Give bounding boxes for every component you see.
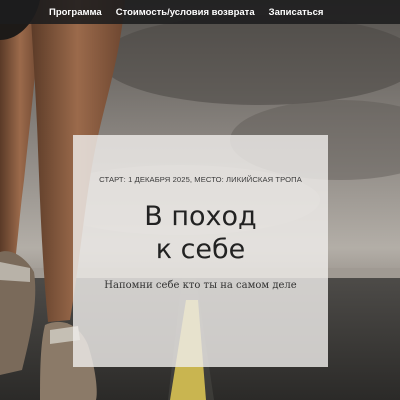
top-navigation: Программа Стоимость/условия возврата Зап… [0, 0, 400, 24]
hero-subtitle: Напомни себе кто ты на самом деле [104, 280, 297, 291]
hero-title-line-2: к себе [155, 234, 246, 265]
nav-link-pricing-refund[interactable]: Стоимость/условия возврата [116, 7, 255, 18]
nav-link-program[interactable]: Программа [49, 7, 102, 18]
nav-link-signup[interactable]: Записаться [269, 7, 324, 18]
hero-title-line-1: В поход [144, 201, 257, 232]
hero-card: СТАРТ: 1 ДЕКАБРЯ 2025, МЕСТО: ЛИКИЙСКАЯ … [73, 135, 328, 367]
event-start-info: СТАРТ: 1 ДЕКАБРЯ 2025, МЕСТО: ЛИКИЙСКАЯ … [99, 175, 302, 184]
hero-title: В поход к себе [73, 200, 328, 266]
